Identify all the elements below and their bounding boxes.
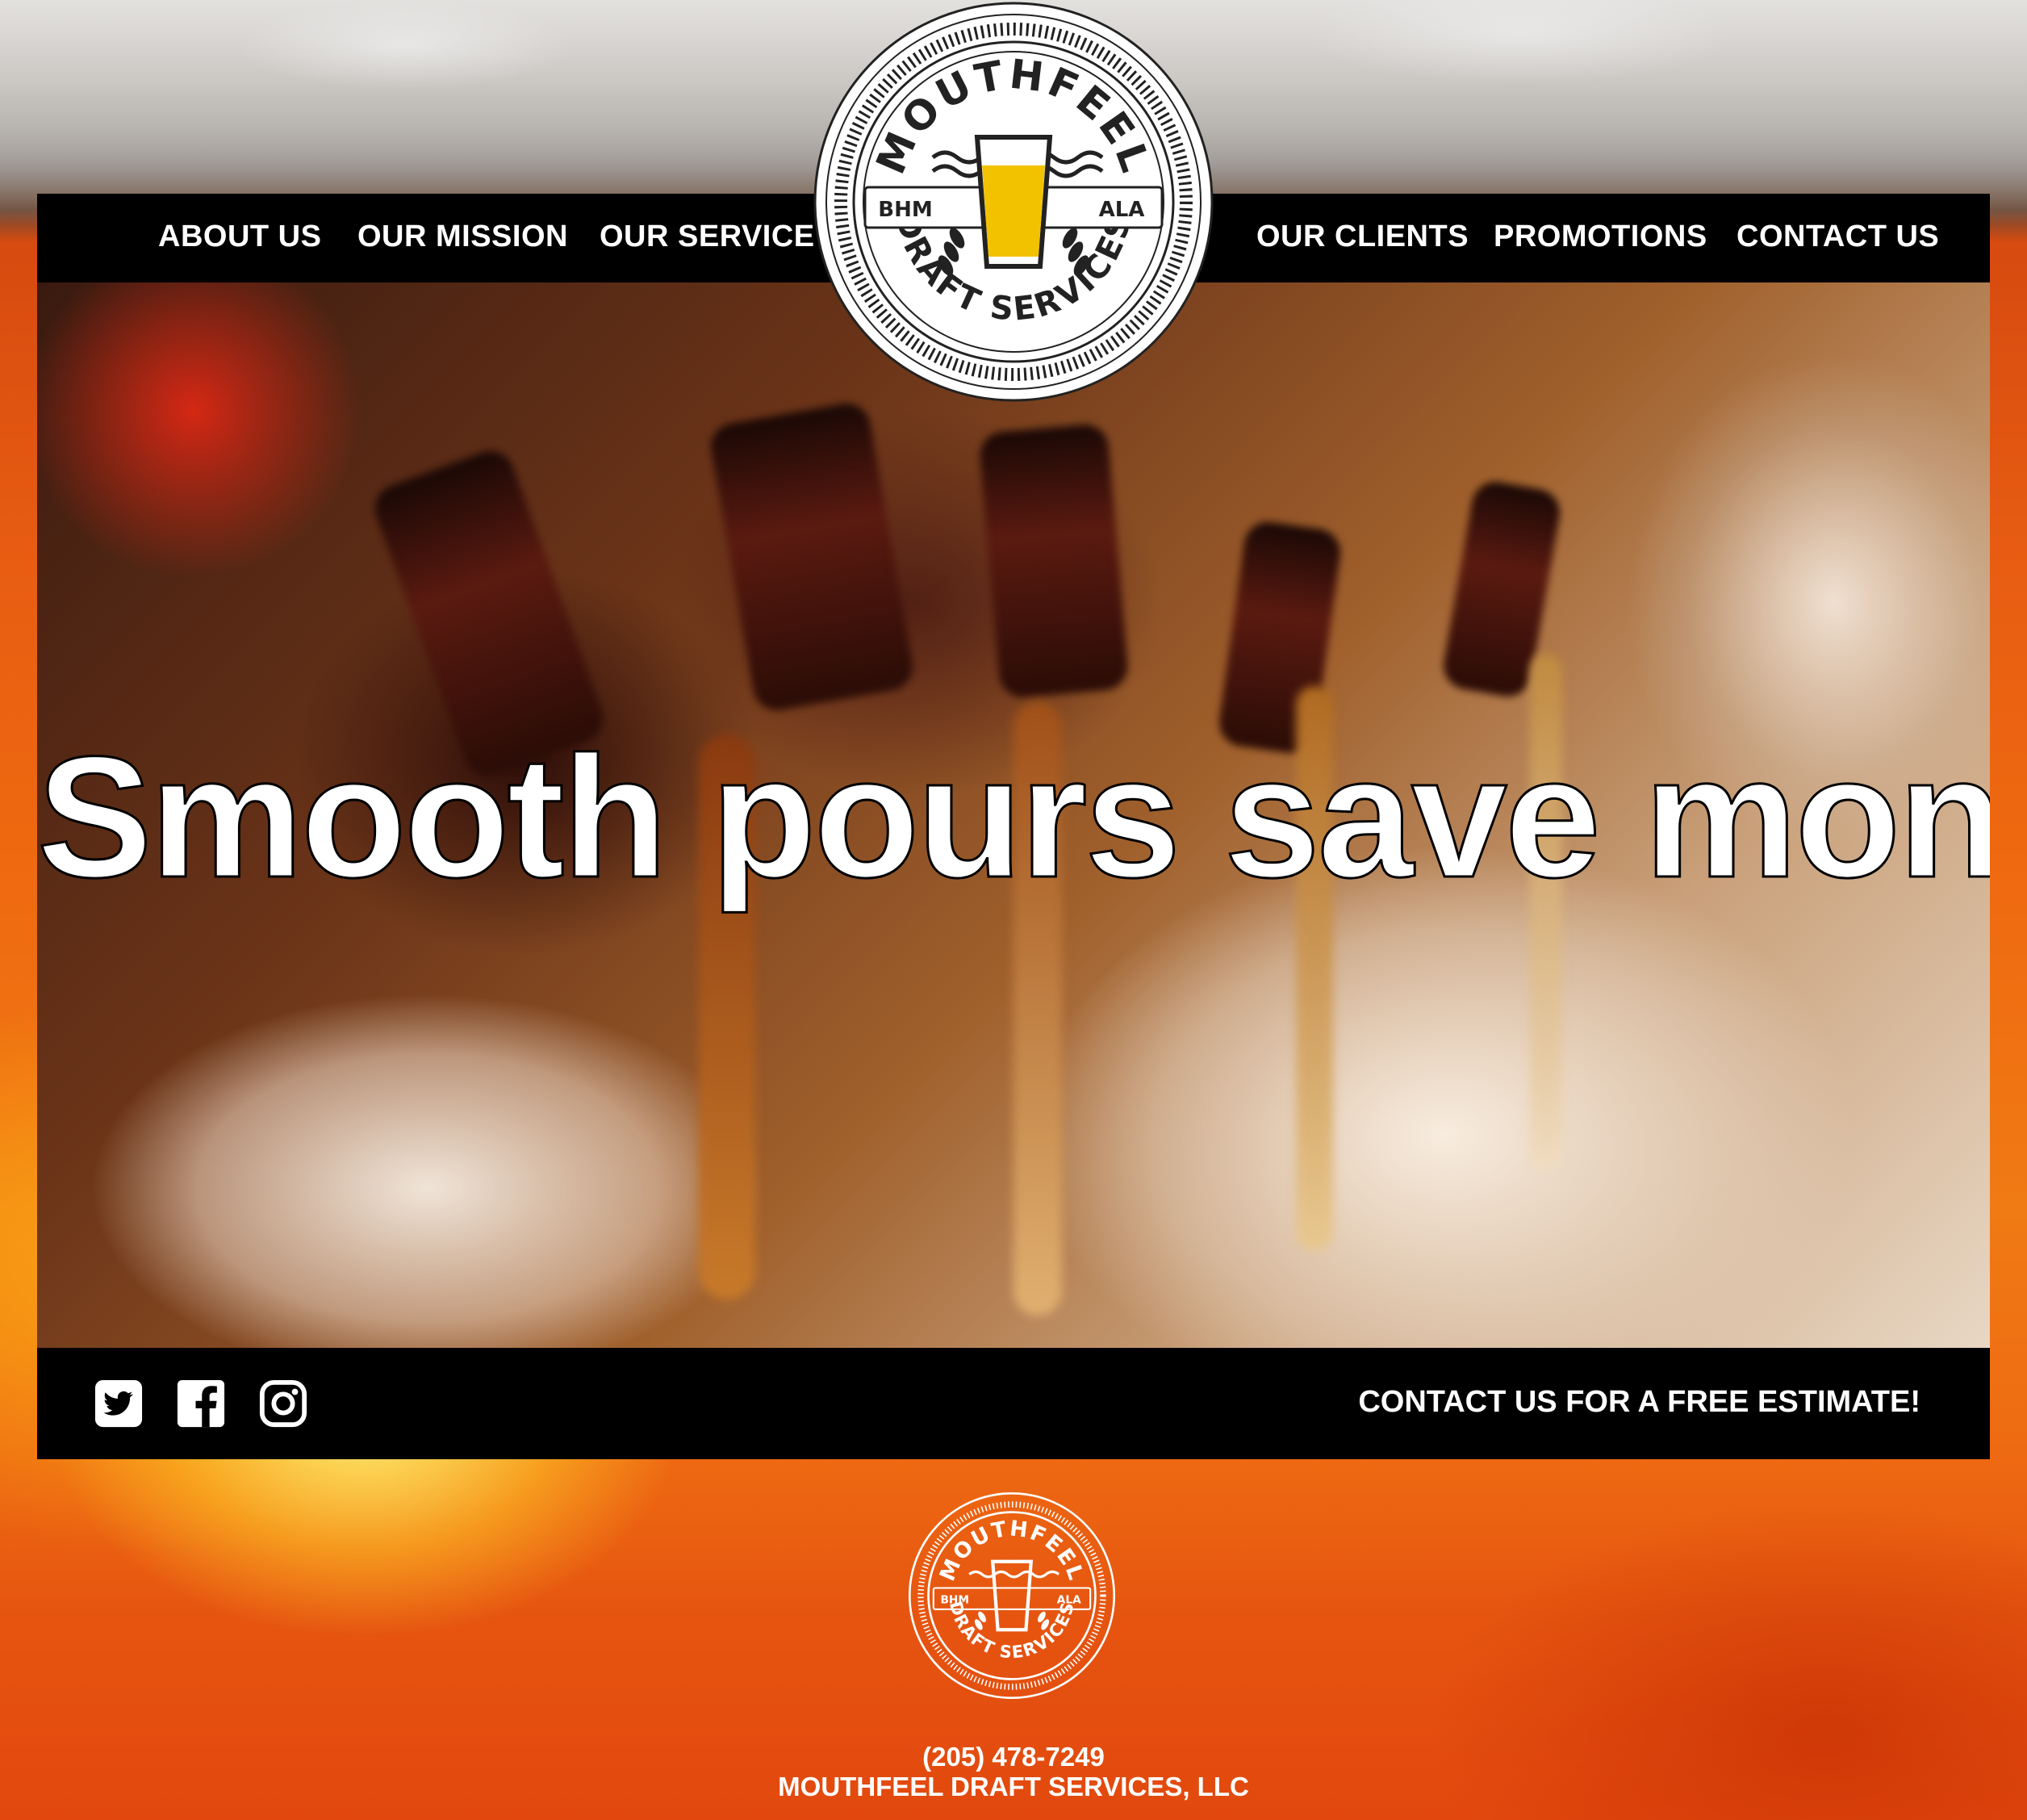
nav-our-mission[interactable]: OUR MISSION xyxy=(357,220,568,254)
nav-our-clients[interactable]: OUR CLIENTS xyxy=(1256,220,1469,254)
bottom-bar: CONTACT US FOR A FREE ESTIMATE! xyxy=(37,1348,1990,1459)
footer-company-name: MOUTHFEEL DRAFT SERVICES, LLC xyxy=(778,1772,1249,1801)
footer-phone[interactable]: (205) 478-7249 xyxy=(0,1742,2027,1772)
footer-logo[interactable]: MOUTHFEEL DRAFT SERVICES BHM ALA xyxy=(905,1489,1118,1702)
hero-banner: Smooth pours save money. xyxy=(37,282,1990,1348)
svg-text:MOUTHFEEL: MOUTHFEEL xyxy=(934,1516,1089,1584)
free-estimate-link[interactable]: CONTACT US FOR A FREE ESTIMATE! xyxy=(1358,1385,1920,1420)
hero-tap-shape xyxy=(977,422,1131,700)
logo-badge-left: BHM xyxy=(878,198,932,222)
hero-tap-shape xyxy=(707,400,917,714)
instagram-icon[interactable] xyxy=(258,1379,308,1429)
mouthfeel-logo[interactable]: MOUTHFEEL DRAFT SERVICES BHM ALA xyxy=(812,0,1215,404)
nav-our-service[interactable]: OUR SERVICE xyxy=(600,220,815,254)
facebook-icon[interactable] xyxy=(176,1379,226,1429)
hero-headline: Smooth pours save money. xyxy=(37,720,1990,915)
twitter-icon[interactable] xyxy=(94,1379,144,1429)
logo-badge-right: ALA xyxy=(1099,198,1145,222)
beer-glass-icon xyxy=(974,135,1053,269)
footer-logo-badge-left: BHM xyxy=(940,1594,969,1607)
nav-contact-us[interactable]: CONTACT US xyxy=(1737,220,1939,254)
nav-about-us[interactable]: ABOUT US xyxy=(158,220,321,254)
footer-logo-name-top: MOUTHFEEL xyxy=(934,1516,1087,1584)
nav-promotions[interactable]: PROMOTIONS xyxy=(1494,220,1707,254)
footer-logo-badge-right: ALA xyxy=(1057,1594,1081,1607)
